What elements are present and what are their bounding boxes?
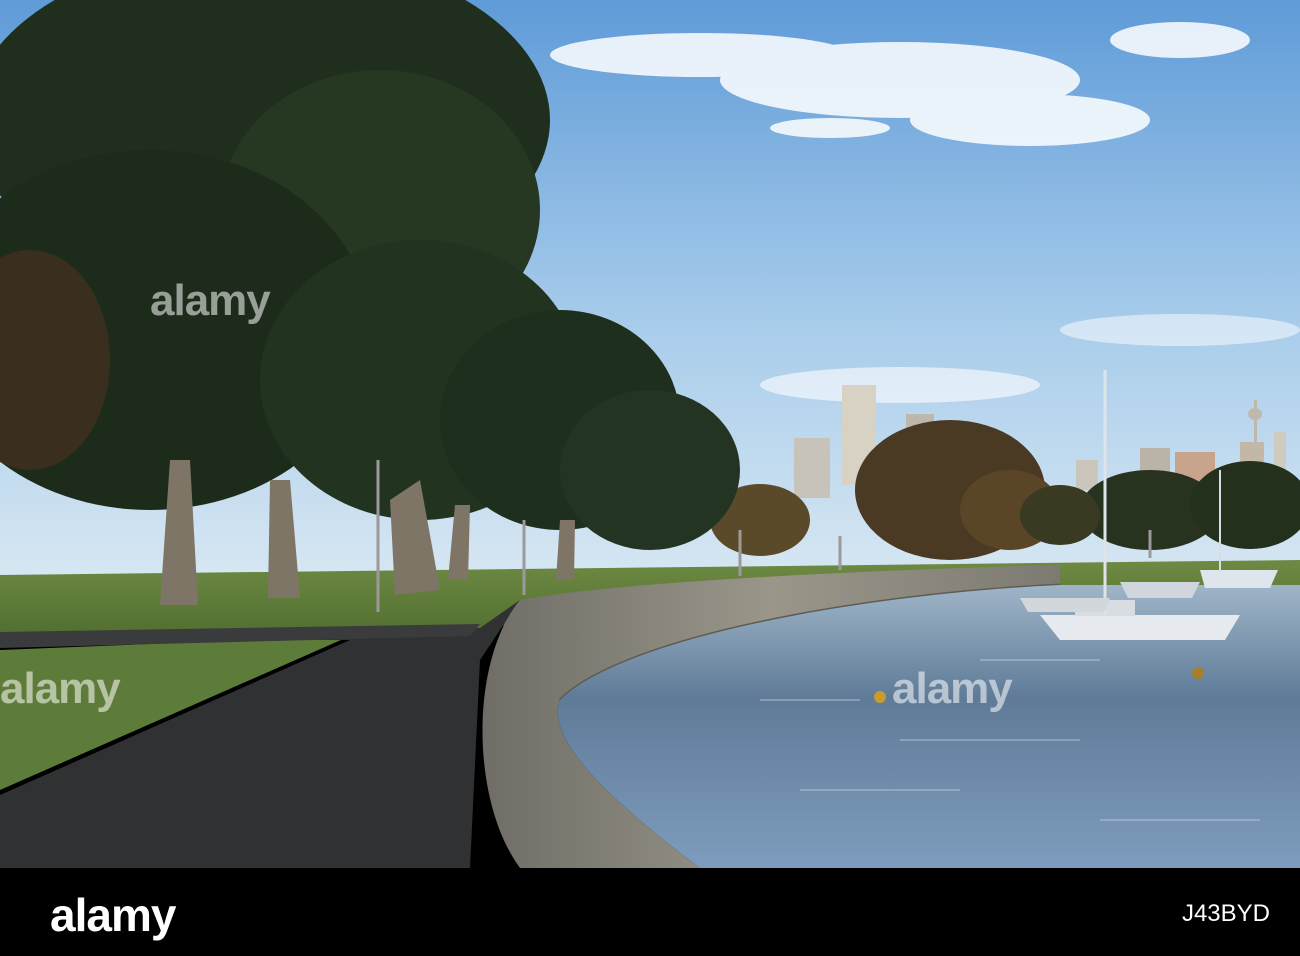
photo-scene xyxy=(0,0,1300,868)
image-id: J43BYD xyxy=(1181,900,1270,927)
alamy-logo[interactable]: alamy xyxy=(50,888,176,942)
stock-footer-bar: alamy J43BYD xyxy=(0,868,1300,956)
watermark-left: alamy xyxy=(0,664,121,713)
watermark-right: alamy xyxy=(892,664,1013,713)
photo-frame: alamy alamy alamy alamy J43BYD xyxy=(0,0,1300,956)
harbour-park-photo: alamy alamy alamy xyxy=(0,0,1300,868)
watermark-top: alamy xyxy=(150,276,271,325)
